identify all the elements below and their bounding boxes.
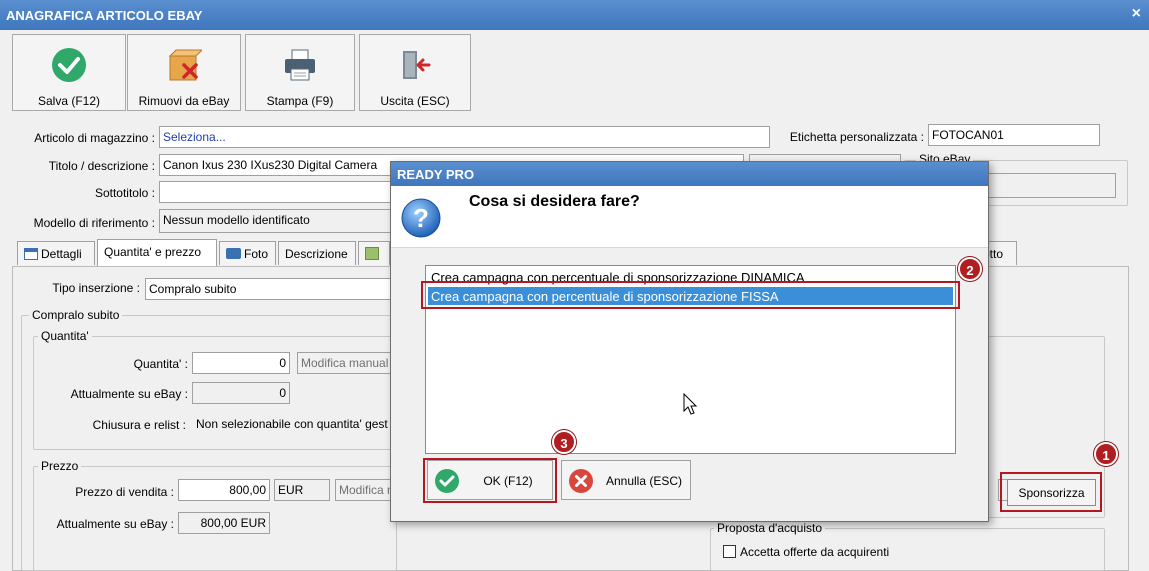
svg-text:?: ? (413, 203, 429, 233)
tipo-inserzione-select[interactable]: Compralo subito (145, 278, 395, 300)
modello-label: Modello di riferimento : (33, 216, 155, 230)
ok-button[interactable]: OK (F12) (427, 460, 553, 500)
cancel-icon (569, 469, 593, 493)
print-label: Stampa (F9) (266, 94, 334, 108)
ok-label: OK (F12) (483, 474, 533, 488)
exit-button[interactable]: Uscita (ESC) (359, 34, 471, 111)
checkmark-icon (52, 48, 86, 82)
dialog-header: ? Cosa si desidera fare? (391, 186, 988, 248)
close-icon[interactable]: × (1132, 5, 1141, 23)
tab-dettagli[interactable]: Dettagli (17, 241, 95, 265)
tab-foto[interactable]: Foto (219, 241, 276, 265)
option-fissa-highlight (421, 281, 960, 309)
etichetta-input[interactable]: FOTOCAN01 (928, 124, 1100, 146)
mouse-cursor-icon (683, 393, 698, 415)
sottotitolo-input[interactable] (159, 181, 399, 203)
dialog-question: Cosa si desidera fare? (469, 193, 640, 210)
tipo-inserzione-label: Tipo inserzione : (52, 281, 140, 295)
remove-from-ebay-button[interactable]: Rimuovi da eBay (127, 34, 241, 111)
quantita-input[interactable]: 0 (192, 352, 290, 374)
step-badge-2: 2 (958, 257, 982, 281)
dialog-title: READY PRO (397, 167, 475, 182)
tab-foto-label: Foto (244, 247, 269, 261)
cancel-label: Annulla (ESC) (605, 474, 683, 488)
box-remove-icon (168, 49, 202, 81)
currency-value: EUR (274, 479, 330, 501)
modifica-manuale-select[interactable]: Modifica manual (297, 352, 397, 374)
quantita-label: Quantita' : (133, 357, 188, 371)
modello-input[interactable]: Nessun modello identificato (159, 209, 399, 233)
tab-quantita-label: Quantita' e prezzo (104, 245, 202, 259)
prezzo-vendita-label: Prezzo di vendita : (75, 485, 174, 499)
question-icon: ? (401, 198, 441, 238)
tab-dettagli-label: Dettagli (41, 247, 82, 261)
step-badge-3: 3 (552, 430, 576, 454)
cancel-button[interactable]: Annulla (ESC) (561, 460, 691, 500)
window-titlebar: ANAGRAFICA ARTICOLO EBAY (0, 0, 1149, 30)
save-button[interactable]: Salva (F12) (12, 34, 126, 111)
att-prezzo-label: Attualmente su eBay : (56, 517, 174, 531)
articolo-input[interactable]: Seleziona... (159, 126, 770, 148)
exit-door-icon (403, 51, 431, 79)
articolo-label: Articolo di magazzino : (34, 131, 155, 145)
exit-label: Uscita (ESC) (380, 94, 450, 108)
tab-quantita-prezzo[interactable]: Quantita' e prezzo (97, 239, 217, 267)
window-title: ANAGRAFICA ARTICOLO EBAY (6, 8, 203, 23)
step-badge-1: 1 (1094, 442, 1118, 466)
etichetta-label: Etichetta personalizzata : (789, 130, 924, 144)
sottotitolo-label: Sottotitolo : (94, 186, 155, 200)
save-label: Salva (F12) (37, 94, 101, 108)
print-button[interactable]: Stampa (F9) (245, 34, 355, 111)
accetta-offerte-label: Accetta offerte da acquirenti (740, 545, 890, 559)
tab-partial[interactable] (358, 241, 390, 265)
box-icon (365, 247, 379, 260)
chiusura-relist-label: Chiusura e relist : (92, 418, 186, 432)
titolo-label: Titolo / descrizione : (48, 159, 155, 173)
accetta-offerte-checkbox[interactable] (723, 545, 736, 558)
ready-pro-dialog: READY PRO ? Cosa si desidera fare? Crea … (390, 161, 989, 522)
att-prezzo-value: 800,00 EUR (178, 512, 270, 534)
printer-icon (285, 49, 315, 81)
tab-descrizione[interactable]: Descrizione (278, 241, 356, 265)
sponsorizza-button[interactable]: Sponsorizza (1007, 479, 1096, 506)
attualmente-ebay-value: 0 (192, 382, 290, 404)
quantita-title: Quantita' (38, 329, 92, 343)
remove-label: Rimuovi da eBay (138, 94, 230, 108)
prezzo-title: Prezzo (38, 459, 82, 473)
check-icon (435, 469, 459, 493)
camera-icon (226, 248, 241, 259)
attualmente-ebay-label: Attualmente su eBay : (70, 387, 188, 401)
chiusura-relist-value: Non selezionabile con quantita' gest (196, 417, 388, 431)
sito-ebay-select[interactable] (985, 173, 1116, 198)
tab-descrizione-label: Descrizione (285, 247, 348, 261)
compralo-subito-title: Compralo subito (29, 308, 123, 322)
dialog-titlebar: READY PRO (391, 162, 988, 186)
prezzo-vendita-input[interactable]: 800,00 (178, 479, 270, 501)
modifica-prezzo-select[interactable]: Modifica m (335, 479, 397, 501)
proposta-title: Proposta d'acquisto (714, 521, 826, 535)
table-icon (24, 248, 38, 260)
